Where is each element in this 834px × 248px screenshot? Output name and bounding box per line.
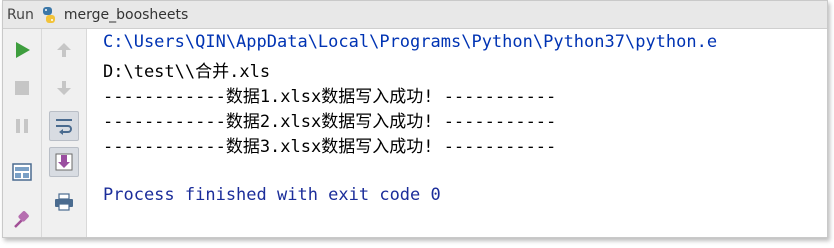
console-line-command: C:\Users\QIN\AppData\Local\Programs\Pyth…: [103, 32, 718, 52]
soft-wrap-toggle[interactable]: [49, 111, 79, 141]
scroll-to-end-toggle[interactable]: [49, 147, 79, 177]
restore-layout-button[interactable]: [7, 157, 37, 187]
console-line-output: D:\test\\合并.xls: [103, 62, 271, 82]
run-panel-label: Run: [7, 6, 34, 23]
up-arrow-icon: [57, 43, 71, 57]
print-icon: [55, 193, 73, 211]
pin-icon: [14, 211, 29, 228]
soft-wrap-icon: [56, 119, 72, 135]
process-finished-message: Process finished with exit code 0: [103, 185, 441, 205]
pause-icon: [16, 119, 28, 133]
pause-button[interactable]: [7, 111, 37, 141]
down-arrow-icon: [57, 81, 71, 95]
stop-button[interactable]: [7, 73, 37, 103]
console-line-output: ------------数据2.xlsx数据写入成功! -----------: [103, 112, 557, 132]
layout-icon: [12, 163, 32, 181]
pin-tab-button[interactable]: [7, 205, 37, 235]
console-toolbar: [42, 29, 87, 237]
run-title-bar: Run merge_boosheets: [3, 1, 827, 29]
next-occurrence-button[interactable]: [49, 73, 79, 103]
console-output[interactable]: C:\Users\QIN\AppData\Local\Programs\Pyth…: [103, 29, 827, 237]
scroll-to-end-icon: [55, 153, 73, 171]
run-config-name[interactable]: merge_boosheets: [64, 7, 188, 23]
stop-icon: [15, 81, 29, 95]
console-line-output: ------------数据1.xlsx数据写入成功! -----------: [103, 87, 557, 107]
run-actions-toolbar: [3, 29, 42, 237]
console-line-output: ------------数据3.xlsx数据写入成功! -----------: [103, 137, 557, 157]
previous-occurrence-button[interactable]: [49, 35, 79, 65]
print-button[interactable]: [49, 187, 79, 217]
rerun-button[interactable]: [7, 35, 37, 65]
run-icon: [16, 42, 30, 58]
python-icon: [42, 6, 55, 23]
run-tool-window: Run merge_boosheets C:\Users\QIN\AppData…: [2, 0, 828, 238]
